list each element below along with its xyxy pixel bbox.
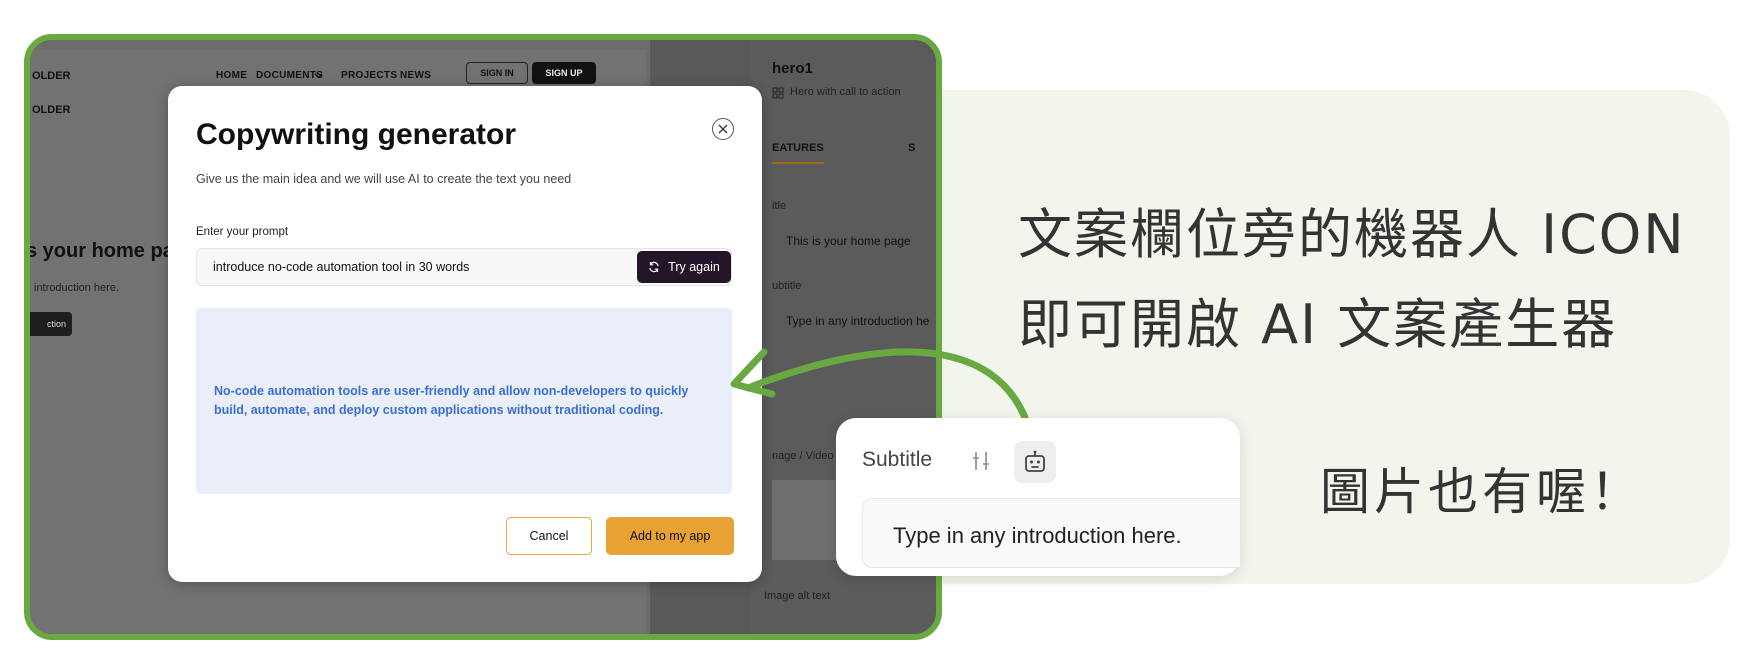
title-field[interactable]: This is your home page (776, 226, 936, 256)
image-alt-label: Image alt text (764, 590, 831, 602)
prompt-input-value: introduce no-code automation tool in 30 … (213, 260, 470, 274)
generated-result-box: No-code automation tools are user-friend… (196, 308, 732, 494)
title-field-label: itle (772, 200, 787, 212)
prompt-label: Enter your prompt (196, 226, 289, 238)
site-logo-secondary: OLDER (32, 104, 71, 116)
chevron-down-icon (314, 73, 323, 79)
tab-underline (772, 162, 824, 164)
copywriting-modal: Copywriting generator Give us the main i… (168, 86, 762, 582)
close-icon (718, 124, 728, 134)
hero-cta-button[interactable]: ction (30, 312, 72, 336)
refresh-icon (649, 261, 659, 273)
image-field-label: nage / Video (772, 450, 834, 462)
subtitle-field[interactable]: Type in any introduction he (776, 306, 936, 336)
subtitle-field-label: ubtitle (772, 280, 802, 292)
grid-icon (772, 87, 784, 99)
robot-icon (1025, 450, 1045, 472)
nav-home[interactable]: HOME (216, 70, 247, 81)
try-again-label: Try again (668, 260, 720, 274)
ai-robot-button[interactable] (1014, 441, 1056, 483)
prompt-input[interactable]: introduce no-code automation tool in 30 … (196, 248, 732, 286)
promo-line-1: 文案欄位旁的機器人 ICON (1018, 203, 1686, 266)
nav-projects[interactable]: PROJECTS (341, 70, 397, 81)
tab-features[interactable]: EATURES (772, 142, 824, 154)
subtitle-callout: Subtitle Type in any introduction here. (836, 418, 1240, 576)
signup-button[interactable]: SIGN UP (532, 62, 596, 84)
editor-subtitle: Hero with call to action (790, 86, 901, 98)
promo-note: 圖片也有喔！ (1320, 463, 1644, 521)
tab-settings[interactable]: S (908, 142, 915, 154)
add-to-app-button[interactable]: Add to my app (606, 517, 734, 555)
callout-subtitle-field[interactable]: Type in any introduction here. (862, 498, 1240, 568)
cancel-button[interactable]: Cancel (506, 517, 592, 555)
callout-field-value: Type in any introduction here. (893, 523, 1182, 548)
promo-line-2: 即可開啟 AI 文案產生器 (1018, 293, 1618, 356)
modal-description: Give us the main idea and we will use AI… (196, 172, 572, 186)
site-logo: OLDER (32, 70, 71, 82)
callout-subtitle-label: Subtitle (862, 448, 933, 471)
generated-text: No-code automation tools are user-friend… (214, 384, 689, 417)
hero-title: s your home pa (26, 240, 174, 262)
close-button[interactable] (712, 118, 734, 140)
stage: 文案欄位旁的機器人 ICON 即可開啟 AI 文案產生器 圖片也有喔！ OLDE… (0, 0, 1758, 664)
modal-title: Copywriting generator (196, 118, 517, 151)
try-again-button[interactable]: Try again (637, 251, 731, 283)
signin-button[interactable]: SIGN IN (466, 62, 528, 84)
editor-title: hero1 (772, 60, 813, 77)
sliders-icon[interactable] (970, 450, 992, 472)
hero-subtitle: introduction here. (34, 282, 119, 294)
nav-news[interactable]: NEWS (400, 70, 431, 81)
